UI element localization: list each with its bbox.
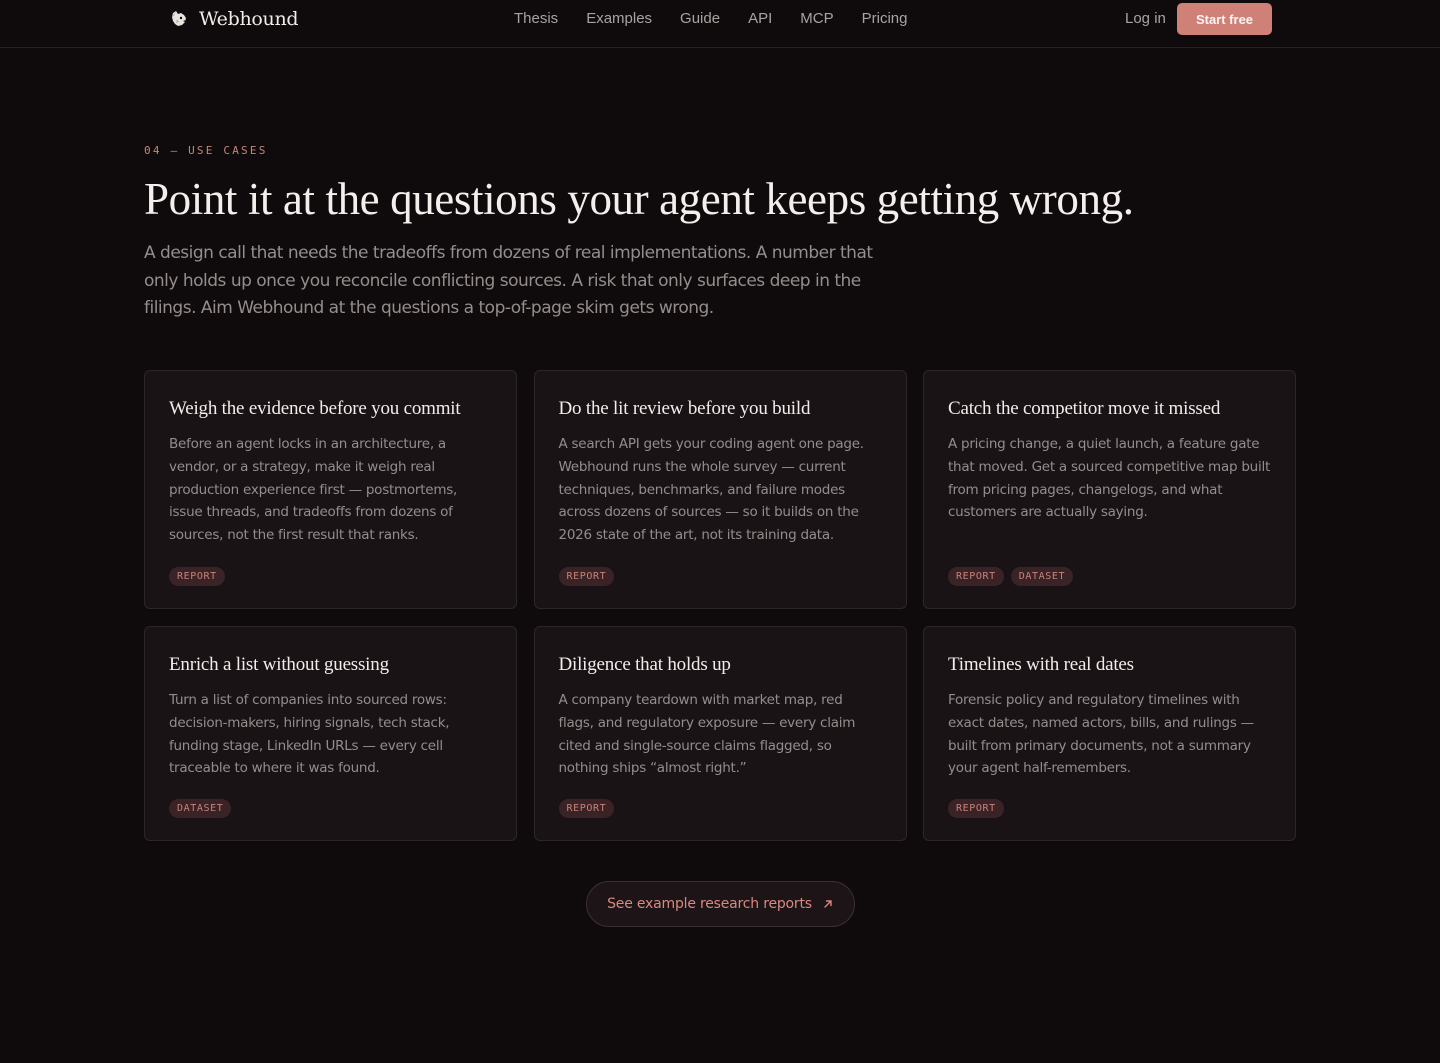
tag-badge: DATASET bbox=[1010, 567, 1074, 586]
nav-link-pricing[interactable]: Pricing bbox=[862, 10, 908, 28]
card-title: Timelines with real dates bbox=[948, 654, 1134, 675]
arrow-up-right-icon bbox=[824, 900, 832, 908]
tag-badge: REPORT bbox=[169, 567, 225, 586]
tag-badge: REPORT bbox=[558, 567, 615, 586]
use-case-card: Catch the competitor move it missed A pr… bbox=[923, 370, 1296, 609]
login-link[interactable]: Log in bbox=[1125, 10, 1166, 28]
use-case-card: Weigh the evidence before you commit Bef… bbox=[144, 370, 517, 609]
card-title: Enrich a list without guessing bbox=[169, 654, 389, 675]
use-case-card: Do the lit review before you build A sea… bbox=[533, 370, 907, 609]
card-title: Do the lit review before you build bbox=[558, 398, 811, 419]
card-tags: REPORT bbox=[948, 799, 1271, 818]
use-case-card: Enrich a list without guessing Turn a li… bbox=[144, 626, 517, 841]
card-body: A company teardown with market map, red … bbox=[558, 692, 856, 777]
card-title: Weigh the evidence before you commit bbox=[169, 398, 461, 419]
section-headline: Point it at the questions your agent kee… bbox=[144, 174, 1134, 224]
section-eyebrow: 04 — USE CASES bbox=[144, 144, 268, 157]
dog-head-icon bbox=[172, 11, 186, 26]
brand-link[interactable]: Webhound bbox=[169, 8, 299, 30]
card-title: Catch the competitor move it missed bbox=[948, 398, 1221, 419]
use-case-grid: Weigh the evidence before you commit Bef… bbox=[144, 370, 1296, 841]
use-case-card: Timelines with real dates Forensic polic… bbox=[923, 626, 1296, 841]
card-body: A pricing change, a quiet launch, a feat… bbox=[948, 436, 1271, 521]
card-tags: REPORT DATASET bbox=[948, 567, 1271, 586]
tag-badge: REPORT bbox=[948, 799, 1004, 818]
card-title: Diligence that holds up bbox=[558, 654, 731, 675]
nav-link-mcp[interactable]: MCP bbox=[800, 10, 833, 28]
card-body: Turn a list of companies into sourced ro… bbox=[169, 692, 450, 777]
nav-link-api[interactable]: API bbox=[748, 10, 772, 28]
section-lede: A design call that needs the tradeoffs f… bbox=[144, 243, 873, 318]
nav-links: Thesis Examples Guide API MCP Pricing bbox=[514, 10, 907, 28]
tag-badge: REPORT bbox=[558, 799, 615, 818]
nav-link-guide[interactable]: Guide bbox=[680, 10, 720, 28]
see-example-reports-button[interactable]: See example research reports bbox=[586, 881, 855, 927]
tag-badge: REPORT bbox=[948, 567, 1004, 586]
card-tags: REPORT bbox=[169, 567, 492, 586]
nav-link-thesis[interactable]: Thesis bbox=[514, 10, 558, 28]
card-body: Before an agent locks in an architecture… bbox=[169, 436, 458, 544]
nav-link-examples[interactable]: Examples bbox=[586, 10, 652, 28]
cta-label: See example research reports bbox=[607, 896, 812, 912]
card-tags: REPORT bbox=[558, 799, 882, 818]
card-body: A search API gets your coding agent one … bbox=[558, 436, 865, 544]
brand-name: Webhound bbox=[199, 8, 299, 30]
card-body: Forensic policy and regulatory timelines… bbox=[948, 692, 1254, 777]
top-nav: Webhound Thesis Examples Guide API MCP P… bbox=[0, 0, 1440, 48]
card-tags: REPORT bbox=[558, 567, 882, 586]
start-free-button[interactable]: Start free bbox=[1177, 3, 1272, 35]
tag-badge: DATASET bbox=[169, 799, 232, 818]
use-case-card: Diligence that holds up A company teardo… bbox=[533, 626, 907, 841]
card-tags: DATASET bbox=[169, 799, 492, 818]
